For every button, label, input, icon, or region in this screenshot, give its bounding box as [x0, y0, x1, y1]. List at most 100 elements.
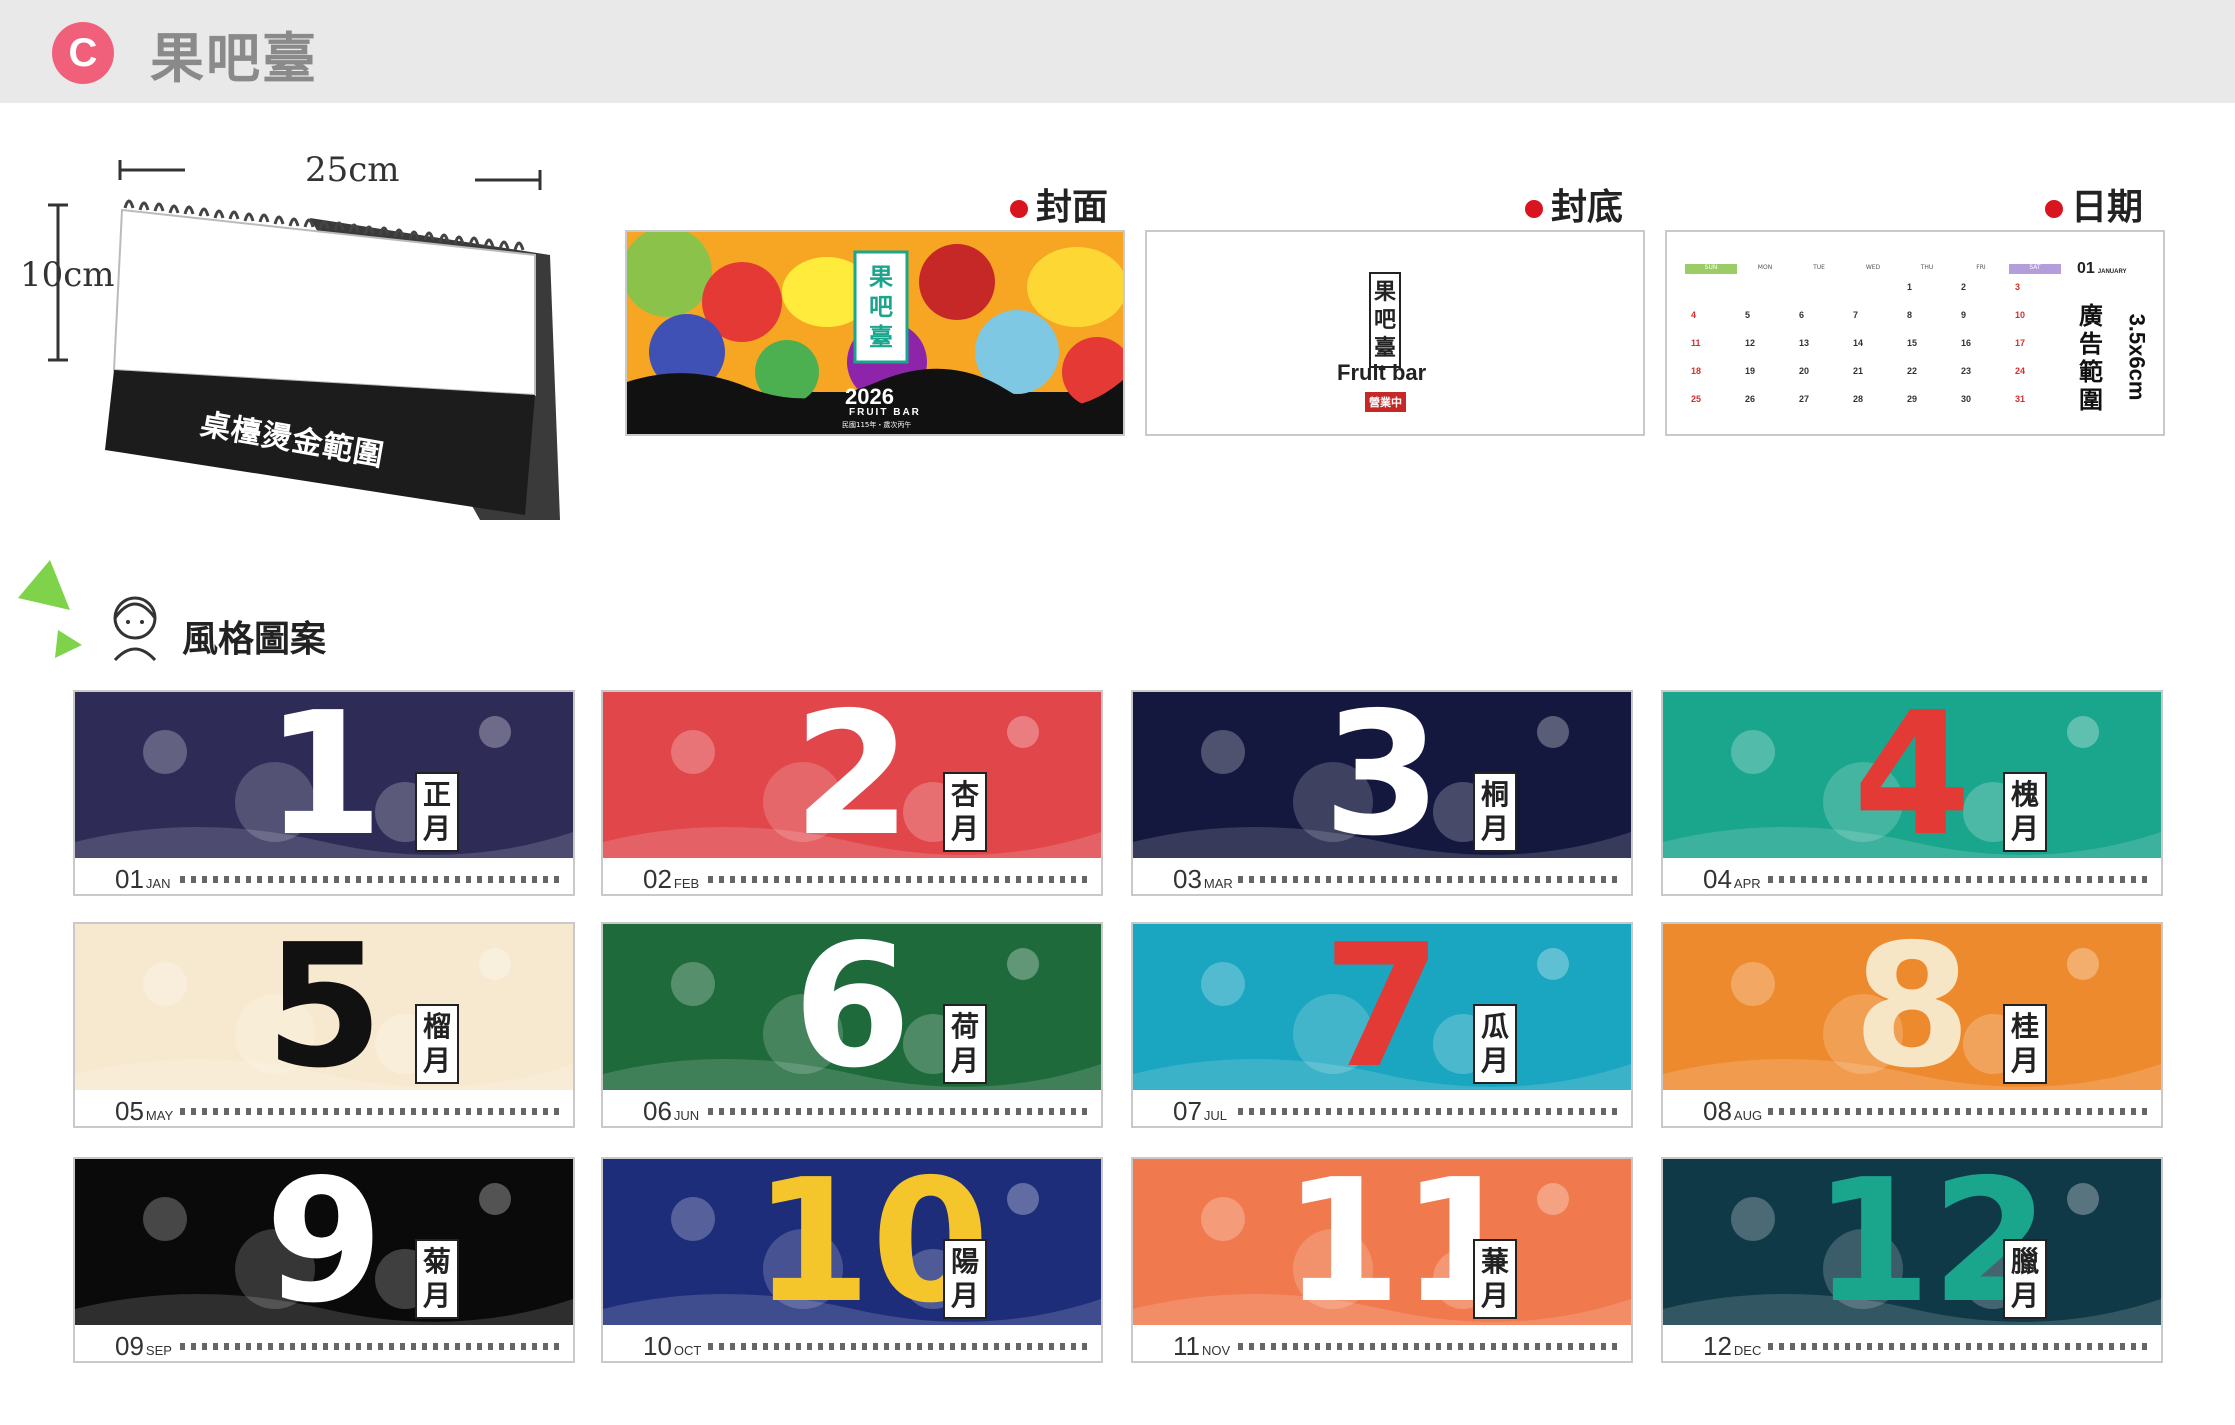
month-date-strip: 03 MAR — [1133, 858, 1631, 894]
calendar-day: 19 — [1745, 366, 1756, 376]
month-card-01: 1 正月 01 JAN — [73, 690, 575, 896]
month-chinese-label: 杏月 — [943, 772, 987, 852]
section-badge: C — [52, 22, 114, 84]
weekday-header: FRI — [1955, 264, 2007, 274]
bullet-dot-icon — [1525, 200, 1543, 218]
month-big-number: 2 — [793, 692, 912, 858]
calendar-day: 1 — [1907, 282, 1913, 292]
month-chinese-label: 桐月 — [1473, 772, 1517, 852]
calendar-day: 17 — [2015, 338, 2026, 348]
month-big-number: 5 — [265, 924, 384, 1090]
weekday-header: MON — [1739, 264, 1791, 274]
calendar-day: 18 — [1691, 366, 1702, 376]
month-chinese-label: 蒹月 — [1473, 1239, 1517, 1319]
weekday-header: SAT — [2009, 264, 2061, 274]
cover-label: 封面 — [1010, 178, 1108, 230]
month-number: 09 SEP — [115, 1331, 172, 1361]
calendar-day: 25 — [1691, 394, 1702, 404]
date-thumbnail: SUN MON TUE WED THU FRI SAT 1 2 3 4 5 6 7 8 9 10 11 12 13 14… — [1665, 230, 2165, 436]
dates-label: 日期 — [2045, 178, 2143, 230]
month-art: 1 正月 — [75, 692, 573, 858]
back-brand: Fruit bar — [1337, 360, 1427, 385]
date-month-number: 01 JANUARY — [2077, 260, 2127, 277]
month-date-strip: 08 AUG — [1663, 1090, 2161, 1126]
month-art: 11 蒹月 — [1133, 1159, 1631, 1325]
month-number: 08 AUG — [1703, 1096, 1763, 1126]
month-chinese-label: 瓜月 — [1473, 1004, 1517, 1084]
month-big-number: 7 — [1323, 924, 1442, 1090]
calendar-day: 10 — [2015, 310, 2026, 320]
month-date-strip: 10 OCT — [603, 1325, 1101, 1361]
day-number-row — [1768, 1108, 2148, 1115]
back-logo: 果吧臺 — [1373, 279, 1396, 361]
month-chinese-label: 菊月 — [415, 1239, 459, 1319]
month-card-10: 10 陽月 10 OCT — [601, 1157, 1103, 1363]
height-dimension-label: 10cm — [20, 255, 115, 295]
day-number-row — [180, 1343, 560, 1350]
month-card-04: 4 槐月 04 APR — [1661, 690, 2163, 896]
month-art: 5 榴月 — [75, 924, 573, 1090]
month-big-number: 1 — [265, 692, 384, 858]
calendar-day: 30 — [1961, 394, 1972, 404]
calendar-day: 13 — [1799, 338, 1810, 348]
day-number-row — [1768, 876, 2148, 883]
month-number: 02 FEB — [643, 864, 700, 894]
month-number: 01 JAN — [115, 864, 171, 894]
calendar-day: 6 — [1799, 310, 1805, 320]
desk-calendar-drawing — [48, 160, 560, 520]
calendar-day: 16 — [1961, 338, 1972, 348]
cover-thumbnail: 果吧臺 2026 FRUIT BAR 民國115年・歲次丙午 — [625, 230, 1125, 436]
calendar-day: 24 — [2015, 366, 2026, 376]
day-number-row — [708, 1343, 1088, 1350]
month-chinese-label: 榴月 — [415, 1004, 459, 1084]
calendar-day: 27 — [1799, 394, 1810, 404]
day-number-row — [708, 1108, 1088, 1115]
month-date-strip: 11 NOV — [1133, 1325, 1631, 1361]
month-date-strip: 04 APR — [1663, 858, 2161, 894]
style-heading: 風格圖案 — [10, 550, 370, 670]
day-number-row — [1238, 1108, 1618, 1115]
month-card-03: 3 桐月 03 MAR — [1131, 690, 1633, 896]
month-number: 12 DEC — [1703, 1331, 1762, 1361]
header-bar — [0, 0, 2235, 103]
cover-subtitle: 民國115年・歲次丙午 — [842, 421, 912, 429]
month-number: 04 APR — [1703, 864, 1761, 894]
calendar-day: 15 — [1907, 338, 1918, 348]
bullet-dot-icon — [1010, 200, 1028, 218]
calendar-day: 31 — [2015, 394, 2026, 404]
month-number: 05 MAY — [115, 1096, 174, 1126]
cover-logo: 果吧臺 — [869, 262, 893, 351]
month-big-number: 3 — [1323, 692, 1442, 858]
month-art: 6 荷月 — [603, 924, 1101, 1090]
month-art: 3 桐月 — [1133, 692, 1631, 858]
month-big-number: 6 — [793, 924, 912, 1090]
ad-area-note: 廣告範圍 — [2079, 302, 2103, 414]
month-art: 2 杏月 — [603, 692, 1101, 858]
month-number: 06 JUN — [643, 1096, 700, 1126]
month-date-strip: 05 MAY — [75, 1090, 573, 1126]
style-heading-text: 風格圖案 — [182, 619, 327, 660]
month-chinese-label: 正月 — [415, 772, 459, 852]
day-number-row — [1238, 1343, 1618, 1350]
calendar-day: 29 — [1907, 394, 1918, 404]
month-number: 11 NOV — [1173, 1331, 1231, 1361]
calendar-day: 3 — [2015, 282, 2021, 292]
month-art: 7 瓜月 — [1133, 924, 1631, 1090]
cover-brand: FRUIT BAR — [849, 407, 921, 418]
month-card-05: 5 榴月 05 MAY — [73, 922, 575, 1128]
month-card-11: 11 蒹月 11 NOV — [1131, 1157, 1633, 1363]
day-number-row — [180, 876, 560, 883]
calendar-day: 20 — [1799, 366, 1810, 376]
calendar-day: 21 — [1853, 366, 1864, 376]
month-number: 07 JUL — [1173, 1096, 1228, 1126]
calendar-day: 28 — [1853, 394, 1864, 404]
month-big-number: 4 — [1853, 692, 1972, 858]
weekday-header: SUN — [1685, 264, 1737, 274]
month-card-08: 8 桂月 08 AUG — [1661, 922, 2163, 1128]
month-chinese-label: 臘月 — [2003, 1239, 2047, 1319]
back-logo-box: 果吧臺 — [1369, 272, 1401, 368]
calendar-day: 5 — [1745, 310, 1751, 320]
month-date-strip: 02 FEB — [603, 858, 1101, 894]
month-art: 8 桂月 — [1663, 924, 2161, 1090]
month-card-12: 12 臘月 12 DEC — [1661, 1157, 2163, 1363]
